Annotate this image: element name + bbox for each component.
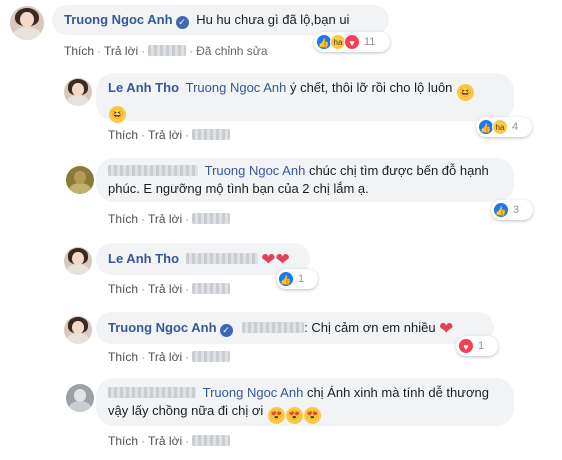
comment-text-line1: chúc chị tìm được bến đỗ hạnh (308, 163, 489, 178)
heart-eyes-emoji-icon: 😍 (303, 407, 321, 424)
author-name[interactable]: Le Anh Tho (108, 80, 179, 95)
heart-eyes-emoji-icon: 😍 (285, 407, 303, 424)
comment-bubble: Le Anh Tho ❤❤ (96, 243, 310, 275)
heart-emoji-icon: ❤ (439, 319, 454, 338)
like-link[interactable]: Thích (108, 128, 138, 142)
comment-bubble: Truong Ngoc Anh chúc chị tìm được bến đỗ… (96, 158, 514, 202)
timestamp-blurred (192, 435, 231, 446)
avatar[interactable] (64, 316, 92, 344)
reaction-summary[interactable]: 👍 3 (491, 200, 533, 220)
laughing-emoji-icon: 😆 (457, 84, 475, 101)
avatar[interactable] (66, 384, 94, 412)
avatar[interactable] (10, 6, 44, 40)
blurred-mention[interactable] (185, 253, 258, 264)
reaction-count: 4 (512, 121, 519, 133)
blurred-mention[interactable] (242, 322, 305, 333)
heart-eyes-emoji-icon: 😍 (267, 407, 285, 424)
avatar[interactable] (64, 78, 92, 106)
reply-link[interactable]: Trả lời (148, 282, 182, 296)
love-icon: ♥ (344, 34, 360, 50)
comment-actions: Thích · Trả lời · (108, 128, 231, 142)
like-link[interactable]: Thích (108, 434, 138, 448)
reaction-count: 1 (478, 340, 485, 352)
timestamp-blurred (192, 129, 231, 140)
love-icon: ♥ (458, 338, 474, 354)
author-name[interactable]: Truong Ngoc Anh (108, 320, 217, 335)
reply-link[interactable]: Trả lời (148, 212, 182, 226)
comment-text-line1: chị Ánh xinh mà tính dễ thương (306, 385, 489, 400)
comment-actions: Thích · Trả lời · · Đã chỉnh sửa (64, 44, 268, 58)
verified-badge-icon: ✓ (219, 324, 233, 337)
reaction-summary[interactable]: ♥ 1 (456, 336, 498, 356)
comment-text-line2: vậy lấy chồng nữa đi chị ơi (108, 403, 264, 418)
laughing-emoji-icon: 😆 (109, 106, 126, 123)
timestamp-blurred (192, 213, 231, 224)
like-link[interactable]: Thích (108, 212, 138, 226)
mention-link[interactable]: Truong Ngoc Anh (205, 163, 306, 178)
comment-actions: Thích · Trả lời · (108, 350, 231, 364)
reaction-summary[interactable]: 👍 ha ♥ 11 (314, 32, 390, 52)
mention-link[interactable]: Truong Ngoc Anh (203, 385, 304, 400)
haha-icon: ha (492, 119, 508, 135)
reply-link[interactable]: Trả lời (104, 44, 138, 58)
verified-badge-icon: ✓ (175, 16, 189, 29)
like-link[interactable]: Thích (64, 44, 94, 58)
comment-text: : Chị cảm ơn em nhiều (304, 320, 436, 335)
blurred-author-name[interactable] (108, 165, 198, 176)
like-link[interactable]: Thích (108, 350, 138, 364)
avatar[interactable] (64, 247, 92, 275)
reaction-summary[interactable]: 👍 1 (276, 269, 318, 289)
heart-emoji-icon: ❤ (275, 250, 290, 269)
timestamp-blurred (192, 283, 231, 294)
comment-text-line2: phúc. E ngưỡng mộ tình bạn của 2 chị lắm… (108, 181, 369, 196)
author-name[interactable]: Truong Ngoc Anh (64, 12, 173, 27)
reaction-count: 3 (513, 204, 520, 216)
reply-link[interactable]: Trả lời (148, 434, 182, 448)
comment-actions: Thích · Trả lời · (108, 282, 231, 296)
mention-link[interactable]: Truong Ngoc Anh (186, 80, 287, 95)
reaction-count: 11 (364, 36, 376, 48)
blurred-author-name[interactable] (108, 387, 196, 398)
reaction-count: 1 (298, 273, 305, 285)
avatar[interactable] (66, 166, 94, 194)
reply-link[interactable]: Trả lời (148, 128, 182, 142)
like-link[interactable]: Thích (108, 282, 138, 296)
comment-text: Hu hu chưa gì đã lộ,bạn ui (196, 12, 350, 27)
like-icon: 👍 (278, 271, 294, 287)
author-name[interactable]: Le Anh Tho (108, 251, 179, 266)
comment-bubble: Truong Ngoc Anh ✓ Hu hu chưa gì đã lộ,bạn… (52, 5, 389, 35)
comment-actions: Thích · Trả lời · (108, 212, 231, 226)
like-icon: 👍 (493, 202, 509, 218)
comment-bubble: Truong Ngoc Anh ✓ : Chị cảm ơn em nhiều ❤ (96, 312, 494, 344)
comment-actions: Thích · Trả lời · (108, 434, 231, 448)
comment-text: ý chết, thôi lỡ rồi cho lộ luôn (289, 80, 453, 95)
timestamp-blurred (148, 45, 187, 56)
reaction-summary[interactable]: 👍 ha 4 (476, 117, 532, 137)
reply-link[interactable]: Trả lời (148, 350, 182, 364)
heart-emoji-icon: ❤ (261, 250, 276, 269)
comment-bubble: Le Anh Tho Truong Ngoc Anh ý chết, thôi … (96, 73, 514, 123)
comment-bubble: Truong Ngoc Anh chị Ánh xinh mà tính dễ … (96, 378, 514, 426)
edited-label[interactable]: Đã chỉnh sửa (196, 44, 267, 58)
timestamp-blurred (192, 351, 231, 362)
